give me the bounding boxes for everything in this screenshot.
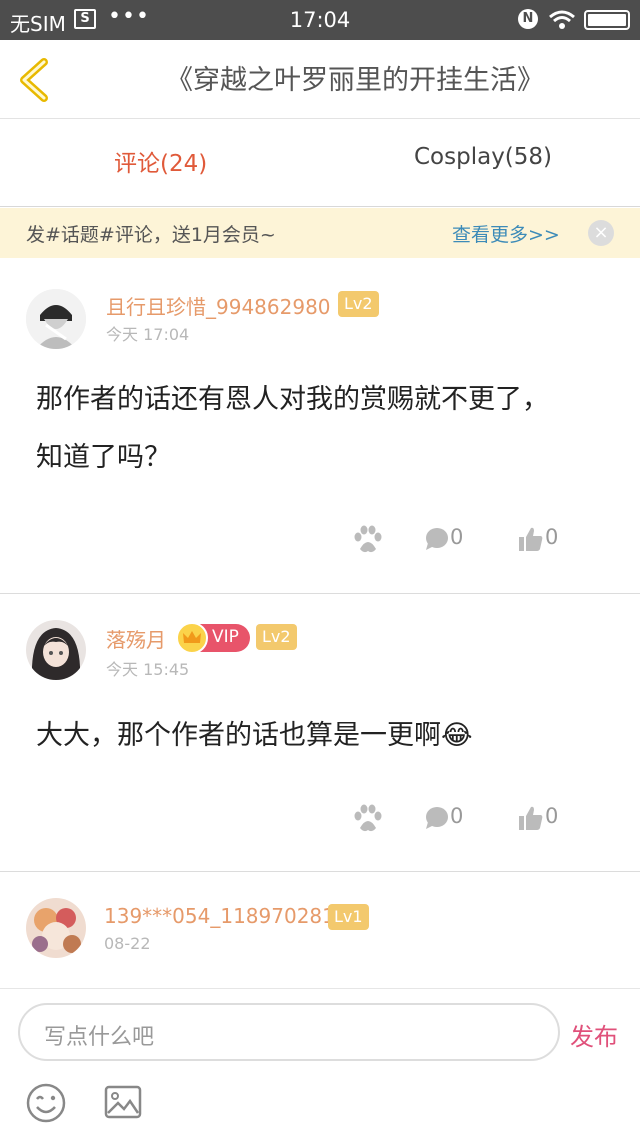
comment-icon[interactable] <box>424 527 450 551</box>
username[interactable]: 139***054_118970281 <box>104 904 335 928</box>
comment-count: 0 <box>450 525 464 549</box>
publish-button[interactable]: 发布 <box>570 1017 618 1052</box>
vip-badge: VIP <box>176 622 250 654</box>
header: 《穿越之叶罗丽里的开挂生活》 <box>0 40 640 119</box>
avatar[interactable] <box>26 898 86 958</box>
promo-more-link[interactable]: 查看更多>> <box>452 220 560 247</box>
promo-text: 发#话题#评论，送1月会员~ <box>26 224 276 246</box>
image-icon[interactable] <box>104 1085 142 1119</box>
level-badge: Lv2 <box>338 291 379 317</box>
close-icon[interactable]: × <box>588 220 614 246</box>
emoji-icon[interactable] <box>26 1083 66 1123</box>
status-bar: 无SIM S ••• 17:04 N <box>0 0 640 40</box>
nfc-icon: N <box>518 9 538 29</box>
battery-icon <box>584 10 630 30</box>
thumbs-up-icon[interactable] <box>518 805 544 831</box>
back-button[interactable] <box>14 56 58 104</box>
tab-comments[interactable]: 评论(24) <box>114 144 207 178</box>
user-avatar-icon <box>26 620 86 680</box>
comment-input-placeholder: 写点什么吧 <box>44 1025 155 1050</box>
tab-cosplay[interactable]: Cosplay(58) <box>414 144 552 170</box>
tab-bar: 评论(24) Cosplay(58) <box>0 120 640 207</box>
username[interactable]: 落殇月 <box>106 624 166 653</box>
wifi-icon <box>549 10 575 29</box>
avatar[interactable] <box>26 620 86 680</box>
like-count: 0 <box>545 525 559 549</box>
comment-count: 0 <box>450 804 464 828</box>
comment-text: 大大，那个作者的话也算是一更啊😂 <box>36 720 473 751</box>
comment-actions: 0 0 <box>0 800 640 840</box>
comment-input-bar: 写点什么吧 发布 <box>0 988 640 1138</box>
comment-text: 那作者的话还有恩人对我的赏赐就不更了，知道了吗？ <box>36 384 549 473</box>
crown-icon <box>176 622 208 654</box>
avatar[interactable] <box>26 289 86 349</box>
username[interactable]: 且行且珍惜_994862980 <box>106 291 331 320</box>
comment-icon[interactable] <box>424 806 450 830</box>
user-avatar-icon <box>26 289 86 349</box>
comment-item: 落殇月 VIP Lv2 今天 15:45 大大，那个作者的话也算是一更啊😂 0 … <box>0 594 640 872</box>
like-count: 0 <box>545 804 559 828</box>
clock: 17:04 <box>289 8 351 32</box>
level-badge: Lv1 <box>328 904 369 930</box>
comment-actions: 0 0 <box>0 521 640 561</box>
paw-icon[interactable] <box>352 804 384 834</box>
timestamp: 今天 15:45 <box>106 660 190 679</box>
level-badge: Lv2 <box>256 624 297 650</box>
comment-item: 且行且珍惜_994862980 Lv2 今天 17:04 那作者的话还有恩人对我… <box>0 259 640 594</box>
timestamp: 今天 17:04 <box>106 325 190 344</box>
thumbs-up-icon[interactable] <box>518 526 544 552</box>
timestamp: 08-22 <box>104 934 151 953</box>
user-avatar-icon <box>26 898 86 958</box>
promo-banner: 发#话题#评论，送1月会员~ 查看更多>> × <box>0 208 640 258</box>
comment-item: 139***054_118970281 Lv1 08-22 <box>0 872 640 988</box>
comment-input[interactable]: 写点什么吧 <box>18 1003 560 1061</box>
page-title: 《穿越之叶罗丽里的开挂生活》 <box>166 65 544 96</box>
paw-icon[interactable] <box>352 525 384 555</box>
